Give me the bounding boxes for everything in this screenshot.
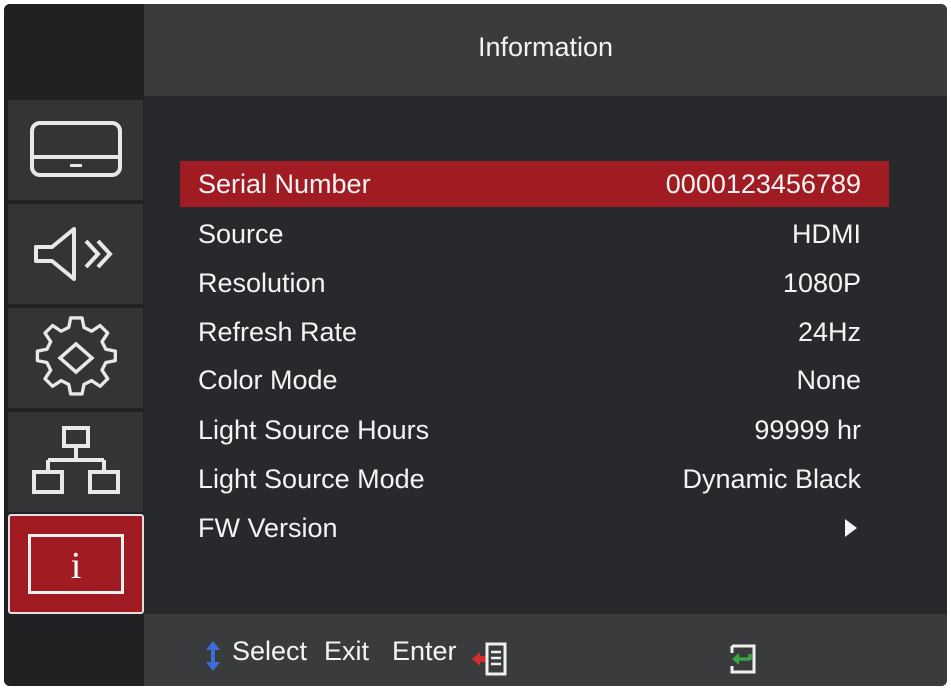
tab-display[interactable] xyxy=(8,100,143,200)
row-value: Dynamic Black xyxy=(682,464,861,494)
row-label: Refresh Rate xyxy=(198,317,358,347)
menu-exit-icon xyxy=(472,642,507,676)
row-label: FW Version xyxy=(198,513,338,543)
enter-icon xyxy=(730,644,756,674)
row-resolution[interactable]: Resolution 1080P xyxy=(180,260,889,306)
info-icon: i xyxy=(28,534,124,594)
row-light-source-hours[interactable]: Light Source Hours 99999 hr xyxy=(180,407,889,453)
info-glyph: i xyxy=(70,545,82,587)
row-value: 1080P xyxy=(782,268,861,298)
row-value: 24Hz xyxy=(797,317,861,347)
osd-menu: i Information Serial Number 000012345678… xyxy=(4,4,947,686)
row-label: Resolution xyxy=(198,268,326,298)
row-label: Source xyxy=(198,219,284,249)
display-icon xyxy=(29,121,122,177)
footer-hint-bar: Select Exit Enter xyxy=(144,614,947,686)
tab-information[interactable]: i xyxy=(8,514,144,614)
sidebar: i xyxy=(4,4,144,686)
network-icon xyxy=(31,426,120,494)
row-refresh-rate[interactable]: Refresh Rate 24Hz xyxy=(180,309,889,355)
exit-hint: Exit xyxy=(324,636,370,666)
audio-icon xyxy=(33,227,113,281)
info-panel: Serial Number 0000123456789 Source HDMI … xyxy=(144,96,947,614)
header-bar: Information xyxy=(144,4,947,96)
tab-audio[interactable] xyxy=(8,204,143,304)
row-label: Light Source Mode xyxy=(198,464,425,494)
settings-gear-icon xyxy=(35,316,117,396)
row-value: HDMI xyxy=(792,219,861,249)
updown-arrow-icon xyxy=(206,641,220,671)
tab-settings[interactable] xyxy=(8,308,143,408)
tab-network[interactable] xyxy=(8,412,143,512)
row-serial-number[interactable]: Serial Number 0000123456789 xyxy=(180,161,889,207)
row-value: 0000123456789 xyxy=(665,169,861,199)
row-source[interactable]: Source HDMI xyxy=(180,211,889,257)
row-value: None xyxy=(796,365,861,395)
row-fw-version[interactable]: FW Version xyxy=(180,505,889,551)
row-value: 99999 hr xyxy=(754,415,861,445)
select-hint: Select xyxy=(232,636,308,666)
page-title: Information xyxy=(477,32,614,62)
row-label: Serial Number xyxy=(198,169,371,199)
enter-hint: Enter xyxy=(392,636,457,666)
row-light-source-mode[interactable]: Light Source Mode Dynamic Black xyxy=(180,456,889,502)
row-label: Color Mode xyxy=(198,365,338,395)
submenu-arrow-icon xyxy=(845,519,857,537)
row-label: Light Source Hours xyxy=(198,415,430,445)
row-color-mode[interactable]: Color Mode None xyxy=(180,357,889,403)
